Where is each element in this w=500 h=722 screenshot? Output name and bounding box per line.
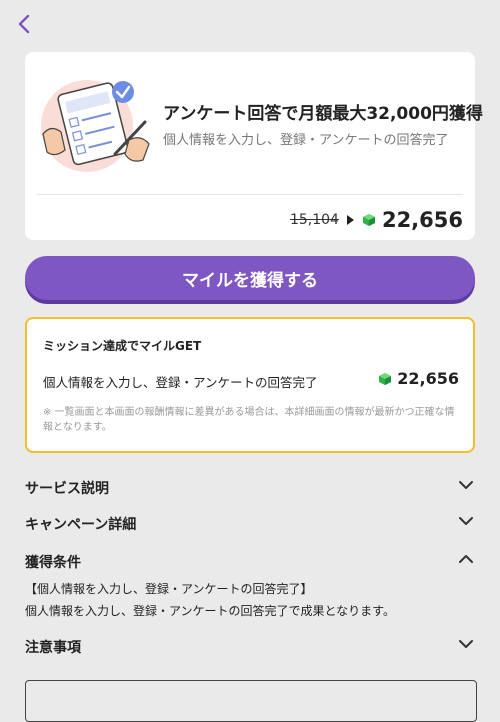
chevron-down-icon xyxy=(459,640,473,648)
chevron-left-icon xyxy=(18,14,30,34)
mission-note: ※ 一覧画面と本画面の報酬情報に差異がある場合は、本詳細画面の情報が最新かつ正確… xyxy=(43,407,455,433)
chevron-down-icon xyxy=(459,517,473,525)
divider xyxy=(37,194,463,195)
mission-task: 個人情報を入力し、登録・アンケートの回答完了 xyxy=(43,375,318,390)
mission-reward: 22,656 xyxy=(378,369,459,388)
accordion-service[interactable]: サービス説明 xyxy=(25,474,475,498)
offer-card: アンケート回答で月額最大32,000円獲得 個人情報を入力し、登録・アンケートの… xyxy=(25,52,483,240)
offer-title: アンケート回答で月額最大32,000円獲得 xyxy=(163,104,483,124)
mission-box: ミッション達成でマイルGET 個人情報を入力し、登録・アンケートの回答完了 22… xyxy=(25,317,475,453)
bottom-panel xyxy=(25,680,477,722)
accordion-conditions-label: 獲得条件 xyxy=(25,555,81,571)
new-points: 22,656 xyxy=(381,208,463,232)
conditions-line-1: 【個人情報を入力し、登録・アンケートの回答完了】 xyxy=(25,582,313,596)
survey-illustration xyxy=(41,80,150,172)
accordion-service-label: サービス説明 xyxy=(25,481,109,497)
accordion-conditions[interactable]: 獲得条件 xyxy=(25,548,475,572)
price-row: 15,104 22,656 xyxy=(290,206,463,234)
get-miles-button[interactable]: マイルを獲得する xyxy=(25,256,475,300)
offer-subtitle: 個人情報を入力し、登録・アンケートの回答完了 xyxy=(163,133,449,148)
old-points: 15,104 xyxy=(289,212,339,228)
gem-icon xyxy=(379,372,392,385)
accordion-notes[interactable]: 注意事項 xyxy=(25,633,475,657)
conditions-detail: 【個人情報を入力し、登録・アンケートの回答完了】 個人情報を入力し、登録・アンケ… xyxy=(25,578,475,622)
accordion-campaign[interactable]: キャンペーン詳細 xyxy=(25,510,475,534)
mission-reward-value: 22,656 xyxy=(397,369,459,388)
chevron-down-icon xyxy=(459,481,473,489)
accordion-campaign-label: キャンペーン詳細 xyxy=(25,517,137,533)
accordion-notes-label: 注意事項 xyxy=(25,640,81,656)
arrow-right-icon xyxy=(346,215,354,225)
chevron-up-icon xyxy=(459,555,473,563)
gem-icon xyxy=(362,214,375,226)
conditions-line-2: 個人情報を入力し、登録・アンケートの回答完了で成果となります。 xyxy=(25,604,395,618)
back-button[interactable] xyxy=(14,10,36,38)
mission-title: ミッション達成でマイルGET xyxy=(43,339,202,353)
